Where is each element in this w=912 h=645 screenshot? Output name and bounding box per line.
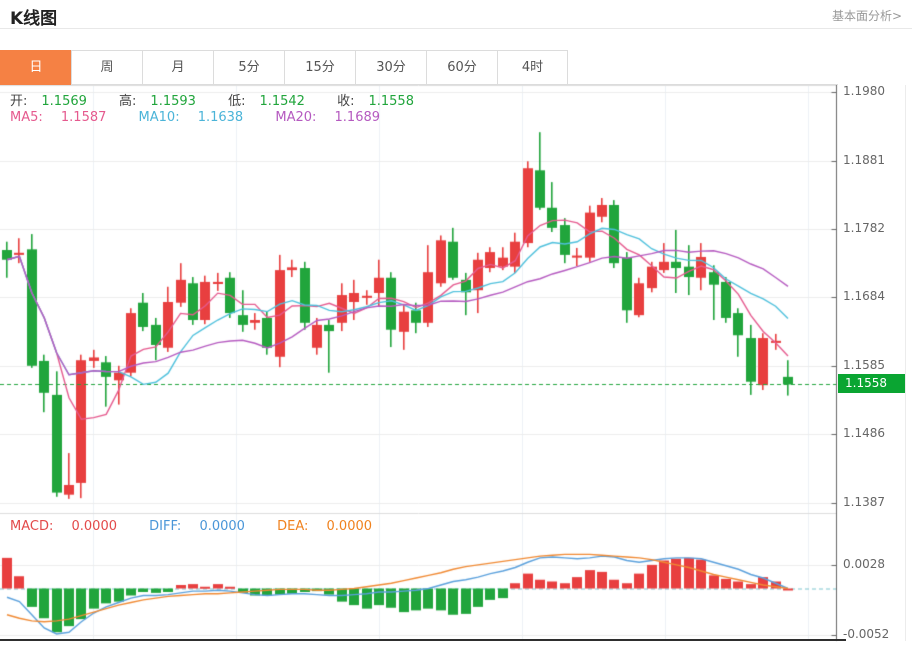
fundamental-analysis-link[interactable]: 基本面分析>	[832, 7, 902, 24]
ma5-readout: MA5: 1.1587	[10, 110, 120, 125]
tab-week[interactable]: 周	[71, 50, 142, 85]
ma20-readout: MA20: 1.1689	[275, 110, 394, 125]
ma-legend: MA5: 1.1587 MA10: 1.1638 MA20: 1.1689	[10, 110, 408, 125]
y-axis-label: 1.1782	[843, 221, 885, 235]
dea-readout: DEA: 0.0000	[277, 519, 386, 534]
y-axis-label: 1.1684	[843, 289, 885, 303]
diff-readout: DIFF: 0.0000	[149, 519, 259, 534]
macd-readout: MACD: 0.0000	[10, 519, 131, 534]
high-readout: 高:1.1593	[119, 94, 210, 109]
macd-legend: MACD: 0.0000 DIFF: 0.0000 DEA: 0.0000	[10, 519, 400, 534]
page-title: K线图	[10, 4, 57, 29]
tab-4hour[interactable]: 4时	[497, 50, 568, 85]
page-header: K线图 基本面分析>	[0, 0, 912, 29]
close-readout: 收:1.1558	[337, 94, 428, 109]
y-axis-label: 1.1486	[843, 426, 885, 440]
y-axis-label: 1.1585	[843, 358, 885, 372]
kline-candlestick-chart[interactable]	[0, 85, 912, 645]
tab-60min[interactable]: 60分	[426, 50, 497, 85]
current-price-badge: 1.1558	[838, 374, 905, 393]
y-axis-label: 1.1881	[843, 153, 885, 167]
y-axis-label: 0.0028	[843, 557, 885, 571]
y-axis-label: 1.1387	[843, 495, 885, 509]
y-axis-label: 1.1980	[843, 84, 885, 98]
ohlc-legend: 开:1.1569 高:1.1593 低:1.1542 收:1.1558	[10, 90, 442, 109]
tab-30min[interactable]: 30分	[355, 50, 426, 85]
open-readout: 开:1.1569	[10, 94, 101, 109]
y-axis-label: -0.0052	[843, 627, 889, 641]
tab-15min[interactable]: 15分	[284, 50, 355, 85]
tab-day[interactable]: 日	[0, 50, 71, 85]
ma10-readout: MA10: 1.1638	[139, 110, 258, 125]
tab-month[interactable]: 月	[142, 50, 213, 85]
tab-5min[interactable]: 5分	[213, 50, 284, 85]
page-right-border	[905, 85, 906, 641]
low-readout: 低:1.1542	[228, 94, 319, 109]
interval-tab-bar: 日 周 月 5分 15分 30分 60分 4时	[0, 50, 838, 85]
chart-bottom-border	[0, 639, 846, 641]
